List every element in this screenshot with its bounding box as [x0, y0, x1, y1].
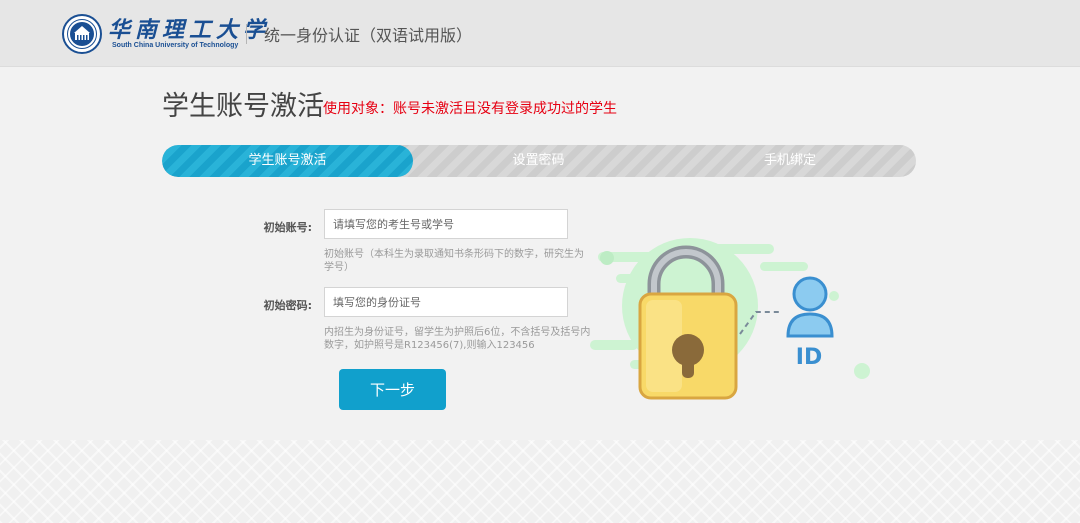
account-label: 初始账号:: [263, 221, 312, 234]
password-hint: 内招生为身份证号，留学生为护照后6位，不含括号及括号内数字，如护照号是R1234…: [324, 327, 591, 351]
id-label: ID: [796, 345, 822, 370]
password-input[interactable]: [324, 287, 568, 317]
account-input[interactable]: [324, 209, 568, 239]
footer-pattern: [0, 440, 1080, 523]
page-title: 学生账号激活: [162, 91, 324, 122]
university-name-en: South China University of Technology: [112, 42, 239, 49]
next-step-button[interactable]: 下一步: [339, 369, 446, 410]
header-divider: [246, 24, 247, 44]
page: 华南理工大学 South China University of Technol…: [0, 0, 1080, 523]
step-account-activation: 学生账号激活: [162, 145, 413, 177]
step-set-password: 设置密码: [512, 153, 565, 168]
portal-title: 统一身份认证（双语试用版）: [264, 26, 473, 45]
audience-note: 使用对象：账号未激活且没有登录成功过的学生: [323, 101, 617, 117]
university-seal-icon: [62, 14, 102, 54]
step-phone-binding: 手机绑定: [763, 153, 816, 168]
header-bar: 华南理工大学 South China University of Technol…: [0, 0, 1080, 67]
password-label: 初始密码:: [263, 299, 312, 312]
account-hint: 初始账号（本科生为录取通知书条形码下的数字，研究生为学号）: [324, 249, 584, 273]
activation-illustration: ID: [590, 238, 870, 400]
step-progress-bar: 学生账号激活 设置密码 手机绑定: [162, 145, 916, 177]
user-id-icon: [786, 276, 834, 338]
